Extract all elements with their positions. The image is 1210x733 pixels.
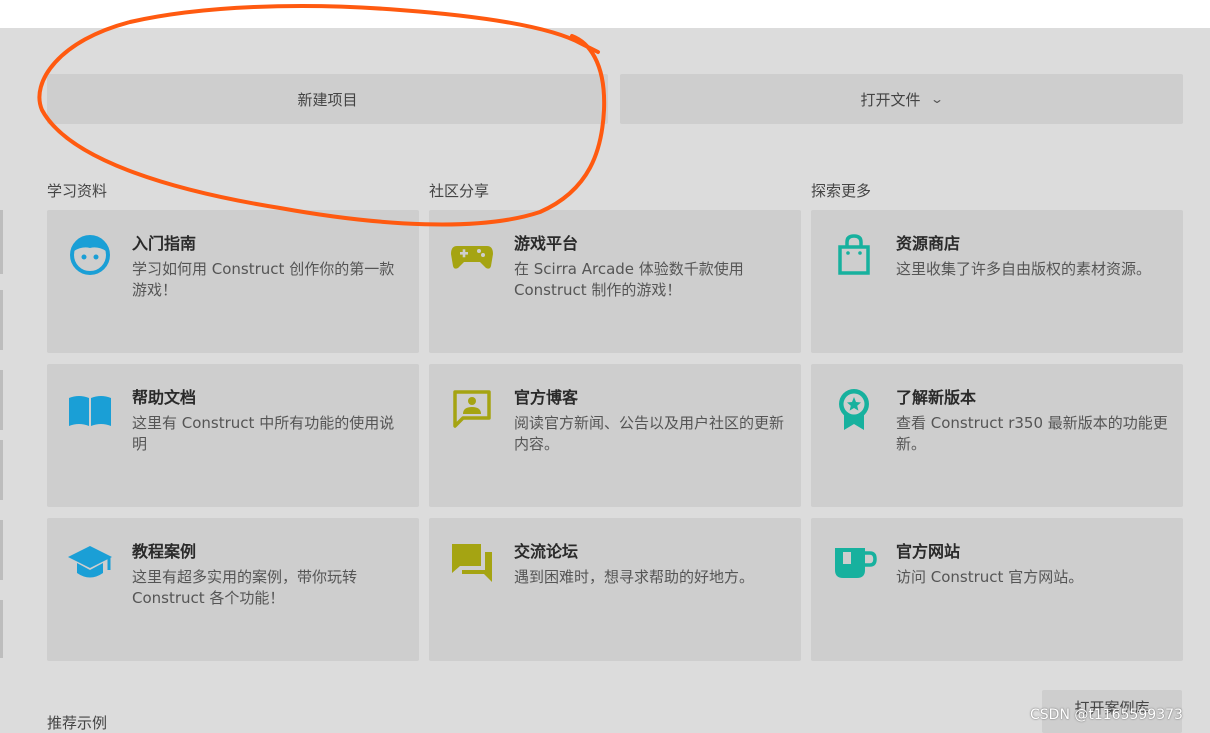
card-forum[interactable]: 交流论坛 遇到困难时，想寻求帮助的好地方。 xyxy=(429,518,801,661)
card-description: 这里有 Construct 中所有功能的使用说明 xyxy=(132,414,395,453)
card-description: 遇到困难时，想寻求帮助的好地方。 xyxy=(514,568,755,586)
graduation-cap-icon xyxy=(68,546,112,578)
card-description: 阅读官方新闻、公告以及用户社区的更新内容。 xyxy=(514,414,785,453)
card-official-blog[interactable]: 官方博客 阅读官方新闻、公告以及用户社区的更新内容。 xyxy=(429,364,801,507)
card-asset-store[interactable]: 资源商店 这里收集了许多自由版权的素材资源。 xyxy=(811,210,1183,353)
section-explore-heading: 探索更多 xyxy=(811,182,872,200)
new-project-button[interactable]: 新建项目 xyxy=(47,74,608,124)
left-edge-divider xyxy=(0,600,3,658)
chevron-down-icon: ⌄ xyxy=(930,92,945,106)
card-description: 访问 Construct 官方网站。 xyxy=(896,568,1084,586)
card-description: 这里有超多实用的案例，带你玩转 Construct 各个功能！ xyxy=(132,568,358,607)
book-icon xyxy=(69,396,111,426)
card-whats-new[interactable]: 了解新版本 查看 Construct r350 最新版本的功能更新。 xyxy=(811,364,1183,507)
card-title: 资源商店 xyxy=(896,234,961,253)
left-edge-divider xyxy=(0,520,3,580)
card-getting-started[interactable]: 入门指南 学习如何用 Construct 创作你的第一款游戏！ xyxy=(47,210,419,353)
card-game-platform[interactable]: 游戏平台 在 Scirra Arcade 体验数千款使用 Construct 制… xyxy=(429,210,801,353)
card-title: 官方网站 xyxy=(896,542,961,561)
left-edge-divider xyxy=(0,370,3,430)
card-title: 交流论坛 xyxy=(514,542,579,561)
section-community-heading: 社区分享 xyxy=(429,182,490,200)
left-edge-divider xyxy=(0,210,3,274)
award-icon xyxy=(839,389,869,430)
face-icon xyxy=(70,235,110,275)
gamepad-icon xyxy=(451,246,493,269)
card-title: 教程案例 xyxy=(132,542,197,561)
forum-icon xyxy=(452,544,492,582)
card-tutorials[interactable]: 教程案例 这里有超多实用的案例，带你玩转 Construct 各个功能！ xyxy=(47,518,419,661)
watermark: CSDN @t1165599373 xyxy=(1030,707,1183,723)
card-title: 官方博客 xyxy=(514,388,579,407)
open-file-label: 打开文件 xyxy=(860,90,921,109)
card-official-website[interactable]: 官方网站 访问 Construct 官方网站。 xyxy=(811,518,1183,661)
left-edge-divider xyxy=(0,290,3,350)
section-learn-heading: 学习资料 xyxy=(47,182,108,200)
new-project-label: 新建项目 xyxy=(297,90,358,109)
card-title: 入门指南 xyxy=(132,234,197,253)
card-title: 游戏平台 xyxy=(514,234,579,253)
card-description: 查看 Construct r350 最新版本的功能更新。 xyxy=(896,414,1168,453)
left-edge-divider xyxy=(0,440,3,500)
card-title: 了解新版本 xyxy=(896,388,977,407)
card-description: 学习如何用 Construct 创作你的第一款游戏！ xyxy=(132,260,395,299)
card-description: 在 Scirra Arcade 体验数千款使用 Construct 制作的游戏！ xyxy=(514,260,744,299)
card-description: 这里收集了许多自由版权的素材资源。 xyxy=(896,260,1152,278)
card-title: 帮助文档 xyxy=(132,388,197,407)
chat-person-icon xyxy=(453,390,491,428)
open-file-button[interactable]: 打开文件 ⌄ xyxy=(620,74,1183,124)
card-help-docs[interactable]: 帮助文档 这里有 Construct 中所有功能的使用说明 xyxy=(47,364,419,507)
shopping-bag-icon xyxy=(838,234,870,275)
top-bar xyxy=(0,0,1210,28)
mug-icon xyxy=(835,548,877,578)
recommended-examples-heading: 推荐示例 xyxy=(47,714,108,732)
